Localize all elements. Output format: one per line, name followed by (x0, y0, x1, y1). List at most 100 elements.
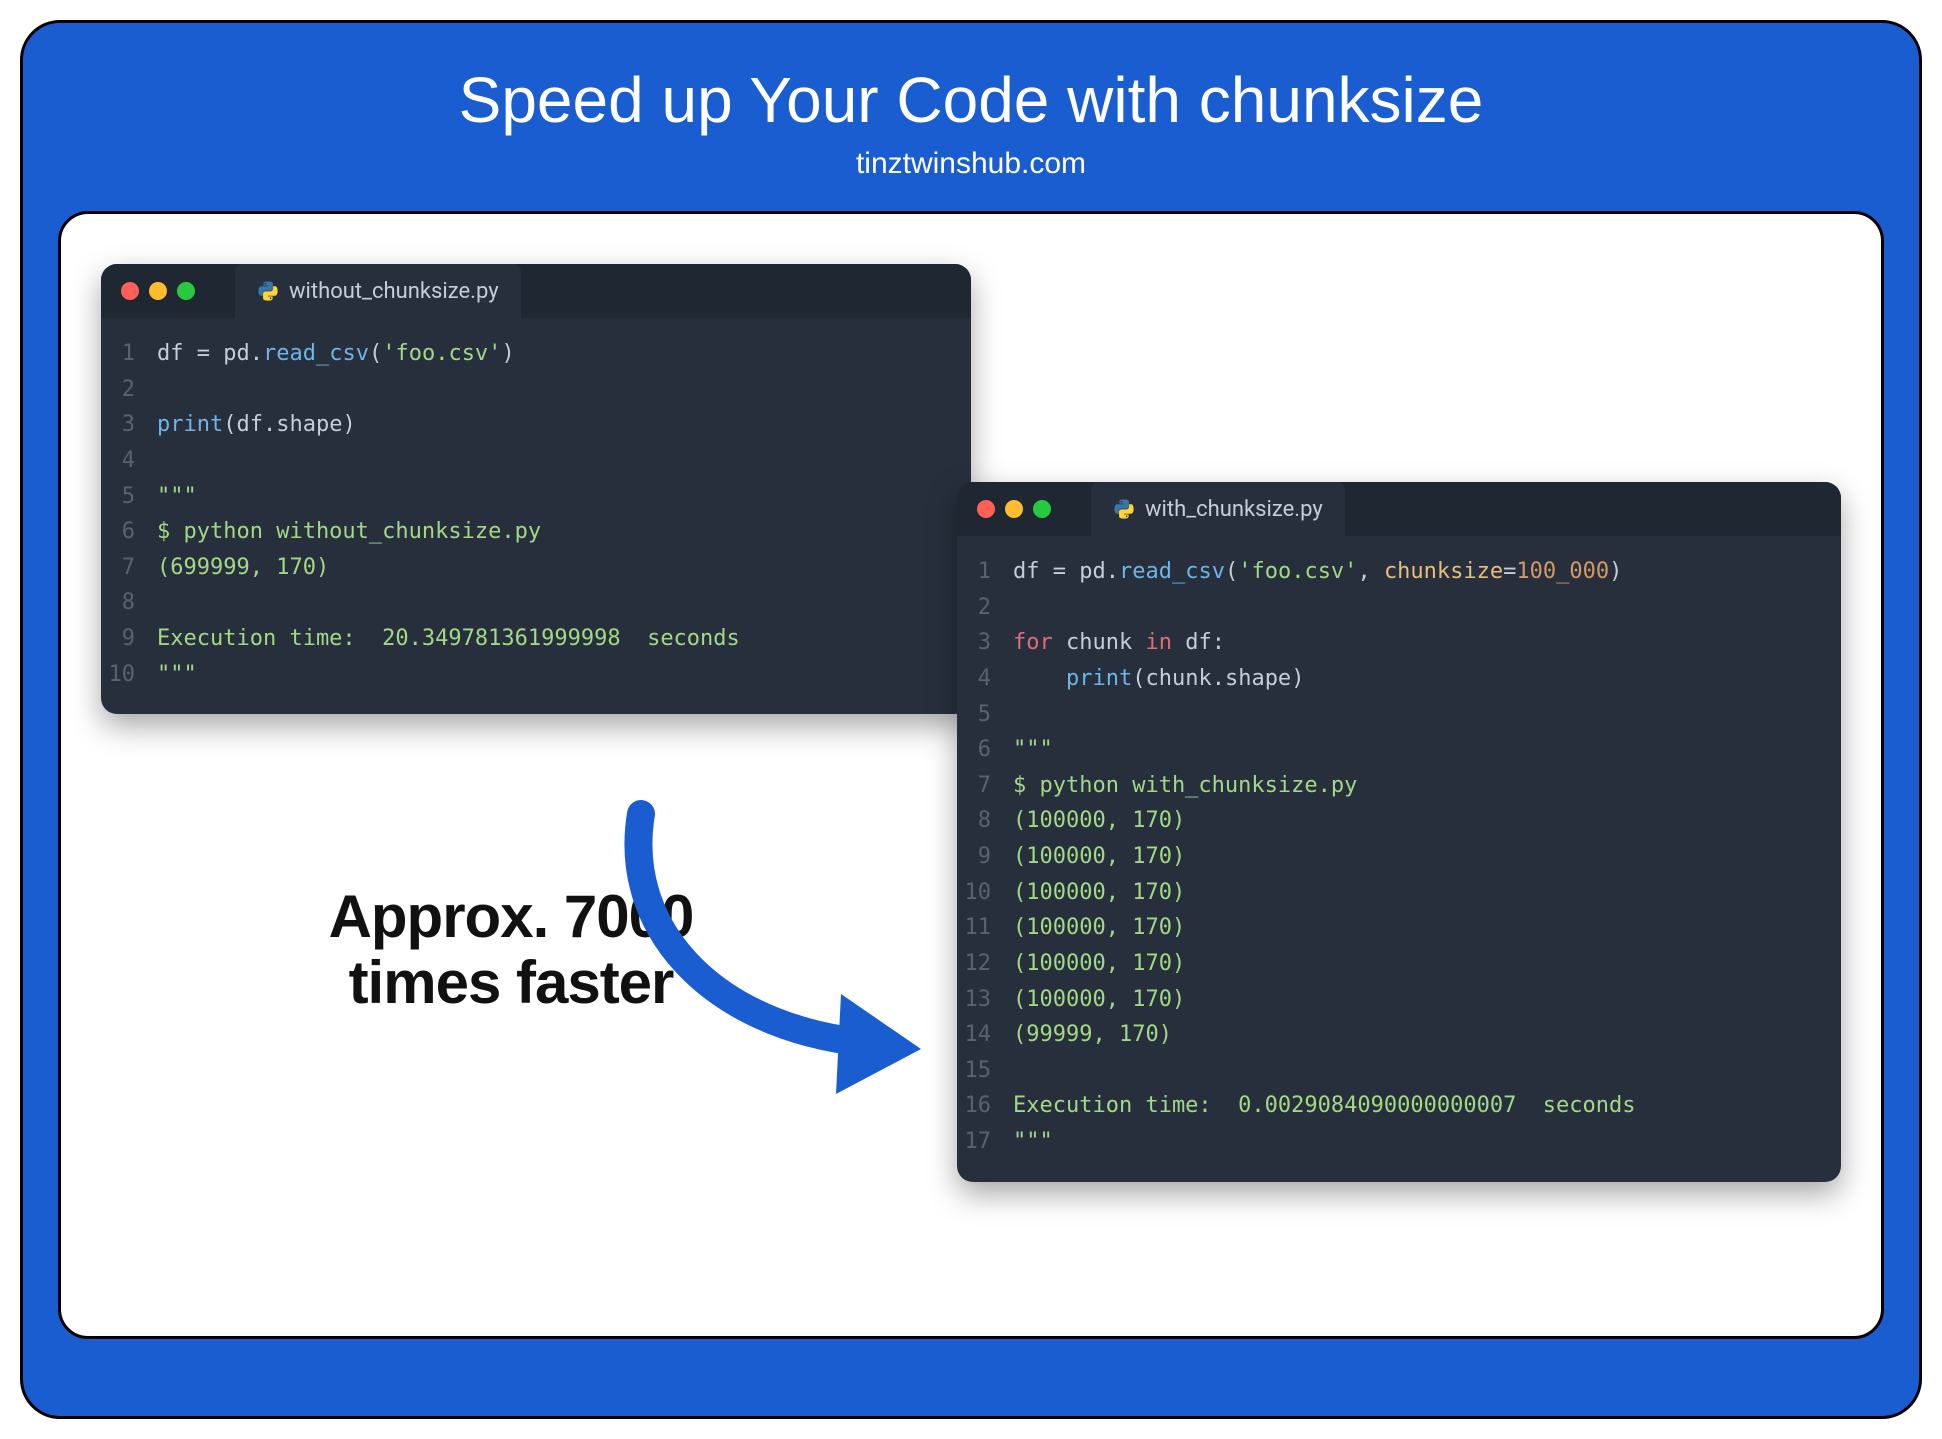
code-line: 14(99999, 170) (957, 1017, 1841, 1053)
line-number: 10 (101, 657, 157, 693)
python-icon (257, 280, 279, 302)
line-number: 12 (957, 946, 1013, 982)
line-number: 6 (957, 732, 1013, 768)
line-number: 6 (101, 514, 157, 550)
line-number: 1 (957, 554, 1013, 590)
line-number: 17 (957, 1124, 1013, 1160)
code-content: (100000, 170) (1013, 910, 1185, 946)
code-content: $ python without_chunksize.py (157, 514, 541, 550)
code-content: """ (157, 657, 197, 693)
code-line: 2 (957, 590, 1841, 626)
code-line: 1df = pd.read_csv('foo.csv', chunksize=1… (957, 554, 1841, 590)
zoom-icon (177, 282, 195, 300)
line-number: 15 (957, 1053, 1013, 1089)
code-content: df = pd.read_csv('foo.csv', chunksize=10… (1013, 554, 1622, 590)
code-content: print(chunk.shape) (1013, 661, 1304, 697)
code-content: (99999, 170) (1013, 1017, 1172, 1053)
code-content: Execution time: 20.349781361999998 secon… (157, 621, 740, 657)
code-line: 8 (101, 585, 971, 621)
code-content: for chunk in df: (1013, 625, 1225, 661)
line-number: 7 (101, 550, 157, 586)
code-line: 5 (957, 697, 1841, 733)
code-content (157, 585, 170, 621)
minimize-icon (149, 282, 167, 300)
code-content: (100000, 170) (1013, 803, 1185, 839)
code-content (157, 443, 170, 479)
code-content: Execution time: 0.0029084090000000007 se… (1013, 1088, 1636, 1124)
code-content (1013, 590, 1026, 626)
line-number: 5 (957, 697, 1013, 733)
code-content: df = pd.read_csv('foo.csv') (157, 336, 515, 372)
code-line: 17""" (957, 1124, 1841, 1160)
code-content: (100000, 170) (1013, 875, 1185, 911)
code-line: 8(100000, 170) (957, 803, 1841, 839)
filename-label: with_chunksize.py (1145, 497, 1323, 522)
code-line: 11(100000, 170) (957, 910, 1841, 946)
code-line: 6""" (957, 732, 1841, 768)
content-card: without_chunksize.py 1df = pd.read_csv('… (58, 211, 1884, 1339)
code-line: 4 print(chunk.shape) (957, 661, 1841, 697)
python-icon (1113, 498, 1135, 520)
line-number: 11 (957, 910, 1013, 946)
code-window-without-chunksize: without_chunksize.py 1df = pd.read_csv('… (101, 264, 971, 714)
code-content: (100000, 170) (1013, 839, 1185, 875)
page-subtitle: tinztwinshub.com (58, 147, 1884, 181)
code-content (157, 372, 170, 408)
code-line: 10(100000, 170) (957, 875, 1841, 911)
code-window-with-chunksize: with_chunksize.py 1df = pd.read_csv('foo… (957, 482, 1841, 1182)
line-number: 3 (957, 625, 1013, 661)
code-line: 16Execution time: 0.0029084090000000007 … (957, 1088, 1841, 1124)
window-titlebar: with_chunksize.py (957, 482, 1841, 536)
line-number: 13 (957, 982, 1013, 1018)
code-content: (100000, 170) (1013, 982, 1185, 1018)
close-icon (977, 500, 995, 518)
code-line: 1df = pd.read_csv('foo.csv') (101, 336, 971, 372)
code-content: (100000, 170) (1013, 946, 1185, 982)
file-tab: with_chunksize.py (1091, 482, 1345, 536)
line-number: 16 (957, 1088, 1013, 1124)
line-number: 8 (957, 803, 1013, 839)
code-line: 15 (957, 1053, 1841, 1089)
line-number: 3 (101, 407, 157, 443)
line-number: 2 (957, 590, 1013, 626)
file-tab: without_chunksize.py (235, 264, 521, 318)
code-content (1013, 697, 1026, 733)
code-content: $ python with_chunksize.py (1013, 768, 1357, 804)
code-line: 4 (101, 443, 971, 479)
code-content: """ (1013, 732, 1053, 768)
outer-frame: Speed up Your Code with chunksize tinztw… (20, 20, 1922, 1419)
code-line: 3print(df.shape) (101, 407, 971, 443)
minimize-icon (1005, 500, 1023, 518)
code-line: 13(100000, 170) (957, 982, 1841, 1018)
code-line: 3for chunk in df: (957, 625, 1841, 661)
line-number: 2 (101, 372, 157, 408)
zoom-icon (1033, 500, 1051, 518)
arrow-icon (561, 794, 961, 1114)
code-line: 9(100000, 170) (957, 839, 1841, 875)
window-titlebar: without_chunksize.py (101, 264, 971, 318)
code-content (1013, 1053, 1026, 1089)
code-line: 10""" (101, 657, 971, 693)
line-number: 5 (101, 479, 157, 515)
code-line: 6$ python without_chunksize.py (101, 514, 971, 550)
line-number: 10 (957, 875, 1013, 911)
code-line: 12(100000, 170) (957, 946, 1841, 982)
code-body-left: 1df = pd.read_csv('foo.csv')2 3print(df.… (101, 318, 971, 714)
line-number: 7 (957, 768, 1013, 804)
line-number: 14 (957, 1017, 1013, 1053)
code-line: 5""" (101, 479, 971, 515)
traffic-lights (121, 282, 195, 300)
code-line: 2 (101, 372, 971, 408)
line-number: 4 (101, 443, 157, 479)
code-line: 7$ python with_chunksize.py (957, 768, 1841, 804)
code-content: """ (157, 479, 197, 515)
code-content: print(df.shape) (157, 407, 356, 443)
code-line: 9Execution time: 20.349781361999998 seco… (101, 621, 971, 657)
code-body-right: 1df = pd.read_csv('foo.csv', chunksize=1… (957, 536, 1841, 1182)
filename-label: without_chunksize.py (289, 279, 499, 304)
line-number: 8 (101, 585, 157, 621)
code-line: 7(699999, 170) (101, 550, 971, 586)
line-number: 4 (957, 661, 1013, 697)
line-number: 1 (101, 336, 157, 372)
line-number: 9 (101, 621, 157, 657)
